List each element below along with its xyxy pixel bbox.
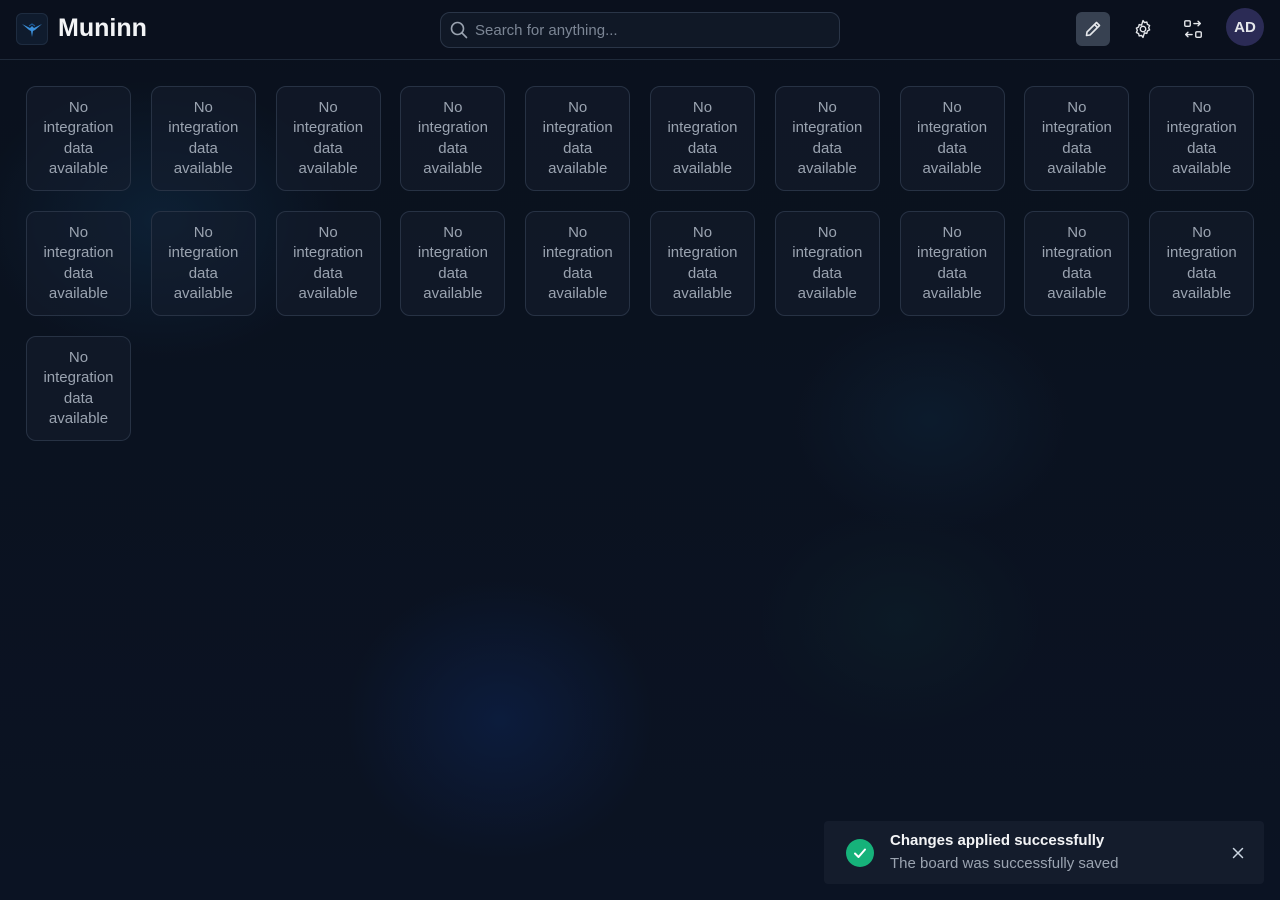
widget-card[interactable]: No integration data available <box>774 211 880 316</box>
gear-icon <box>1135 19 1151 39</box>
widget-empty-message: No integration data available <box>293 98 364 177</box>
widget-card[interactable]: No integration data available <box>1024 211 1130 316</box>
widget-empty-message: No integration data available <box>792 98 863 177</box>
widget-grid: No integration data available No integra… <box>26 86 1255 441</box>
widget-empty-message: No integration data available <box>417 98 488 177</box>
widget-empty-message: No integration data available <box>917 98 988 177</box>
widget-empty-message: No integration data available <box>917 223 988 302</box>
success-check-icon <box>846 839 874 867</box>
widget-card[interactable]: No integration data available <box>275 86 381 191</box>
search-bar[interactable] <box>440 12 840 48</box>
close-icon <box>1232 847 1244 859</box>
toast-message: The board was successfully saved <box>890 855 1119 872</box>
widget-card[interactable]: No integration data available <box>1149 86 1255 191</box>
widget-card[interactable]: No integration data available <box>400 86 506 191</box>
widget-empty-message: No integration data available <box>667 98 738 177</box>
widget-empty-message: No integration data available <box>1041 98 1112 177</box>
notification-toast: Changes applied successfully The board w… <box>824 821 1264 884</box>
settings-button[interactable] <box>1126 12 1160 46</box>
widget-empty-message: No integration data available <box>417 223 488 302</box>
widget-empty-message: No integration data available <box>1166 98 1237 177</box>
widget-card[interactable]: No integration data available <box>525 86 631 191</box>
widget-card[interactable]: No integration data available <box>899 86 1005 191</box>
widget-empty-message: No integration data available <box>1041 223 1112 302</box>
swap-icon <box>1184 20 1202 38</box>
user-avatar[interactable]: AD <box>1226 8 1264 46</box>
pencil-icon <box>1085 21 1101 37</box>
edit-board-button[interactable] <box>1076 12 1110 46</box>
widget-empty-message: No integration data available <box>43 348 114 427</box>
widget-card[interactable]: No integration data available <box>649 211 755 316</box>
app-title[interactable]: Muninn <box>58 12 147 44</box>
switch-board-button[interactable] <box>1176 12 1210 46</box>
widget-empty-message: No integration data available <box>43 223 114 302</box>
widget-empty-message: No integration data available <box>542 223 613 302</box>
widget-empty-message: No integration data available <box>293 223 364 302</box>
toast-close-button[interactable] <box>1228 843 1248 863</box>
widget-card[interactable]: No integration data available <box>150 86 256 191</box>
widget-empty-message: No integration data available <box>792 223 863 302</box>
widget-empty-message: No integration data available <box>667 223 738 302</box>
widget-empty-message: No integration data available <box>168 98 239 177</box>
widget-card[interactable]: No integration data available <box>400 211 506 316</box>
widget-empty-message: No integration data available <box>168 223 239 302</box>
widget-card[interactable]: No integration data available <box>26 86 131 191</box>
widget-card[interactable]: No integration data available <box>26 336 131 441</box>
widget-card[interactable]: No integration data available <box>26 211 131 316</box>
muninn-logo-icon[interactable] <box>16 13 48 45</box>
widget-card[interactable]: No integration data available <box>899 211 1005 316</box>
top-bar: Muninn AD <box>0 0 1280 60</box>
widget-card[interactable]: No integration data available <box>150 211 256 316</box>
widget-empty-message: No integration data available <box>1166 223 1237 302</box>
widget-empty-message: No integration data available <box>542 98 613 177</box>
widget-card[interactable]: No integration data available <box>774 86 880 191</box>
widget-card[interactable]: No integration data available <box>649 86 755 191</box>
widget-card[interactable]: No integration data available <box>1024 86 1130 191</box>
widget-card[interactable]: No integration data available <box>1149 211 1255 316</box>
widget-card[interactable]: No integration data available <box>275 211 381 316</box>
widget-card[interactable]: No integration data available <box>525 211 631 316</box>
search-input[interactable] <box>475 21 815 39</box>
toast-title: Changes applied successfully <box>890 832 1105 849</box>
widget-empty-message: No integration data available <box>43 98 114 177</box>
search-icon <box>450 21 468 39</box>
